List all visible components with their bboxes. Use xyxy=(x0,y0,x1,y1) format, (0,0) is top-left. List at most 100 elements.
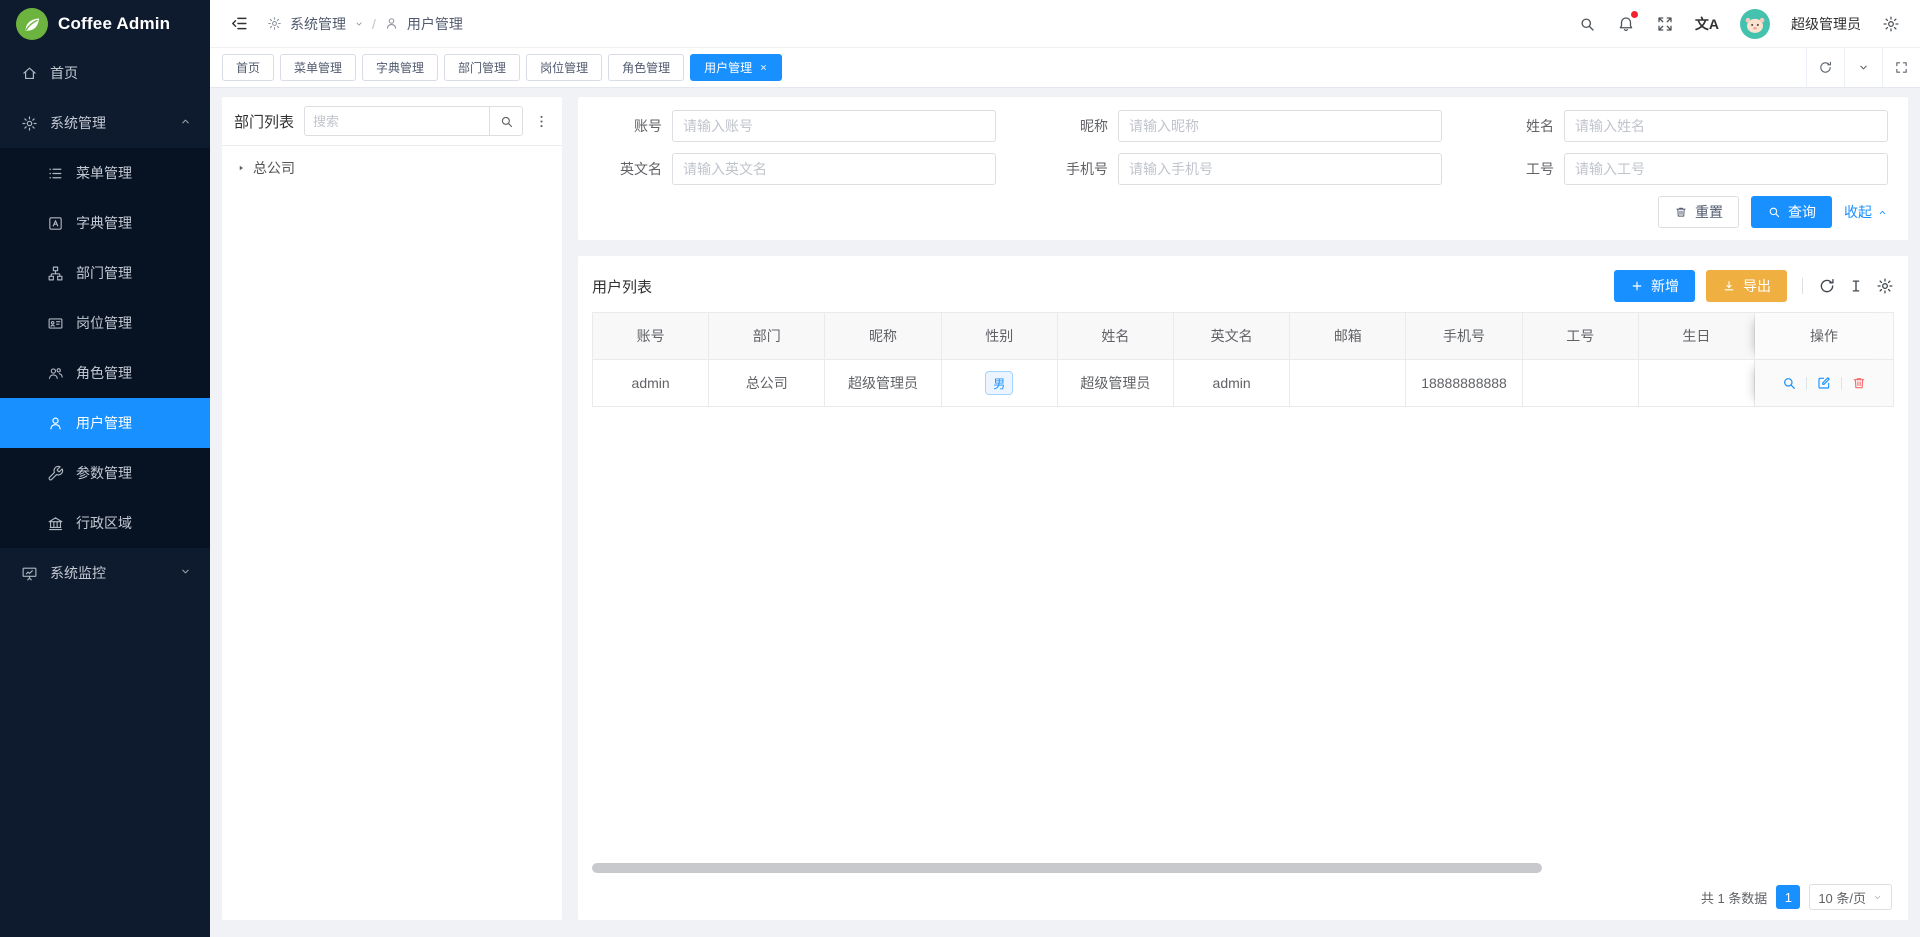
trash-icon xyxy=(1674,205,1688,219)
user-table-card: 用户列表 新增 导出 xyxy=(578,256,1908,920)
refresh-table-icon[interactable] xyxy=(1818,277,1836,295)
sidebar-item-menu-management[interactable]: 菜单管理 xyxy=(0,148,210,198)
edit-row-icon[interactable] xyxy=(1816,375,1832,391)
sidebar-collapse-icon[interactable] xyxy=(230,14,249,33)
horizontal-scrollbar-thumb[interactable] xyxy=(592,863,1542,873)
list-icon xyxy=(47,165,64,182)
column-header-phone[interactable]: 手机号 xyxy=(1406,313,1522,360)
table-empty-area xyxy=(592,407,1894,863)
table-header-row: 账号 部门 昵称 性别 姓名 英文名 邮箱 手机号 工号 生日 操作 xyxy=(593,313,1893,360)
add-user-button[interactable]: 新增 xyxy=(1614,270,1695,302)
tab-user-management[interactable]: 用户管理 xyxy=(690,54,782,81)
sidebar-item-dict-management[interactable]: 字典管理 xyxy=(0,198,210,248)
sidebar-item-role-management[interactable]: 角色管理 xyxy=(0,348,210,398)
sidebar-item-system-monitor[interactable]: 系统监控 xyxy=(0,548,210,598)
work-no-field[interactable] xyxy=(1564,153,1888,185)
tab-dict-management[interactable]: 字典管理 xyxy=(362,54,438,81)
table-actions: 新增 导出 xyxy=(1614,270,1894,302)
dept-more-options-icon[interactable] xyxy=(533,113,550,130)
tree-expand-caret-icon[interactable] xyxy=(236,163,246,173)
tree-node-company[interactable]: 总公司 xyxy=(236,158,548,178)
action-divider xyxy=(1841,377,1842,390)
dept-search-button[interactable] xyxy=(489,106,523,136)
page-number-button[interactable]: 1 xyxy=(1776,885,1800,909)
form-field-work-no: 工号 xyxy=(1490,153,1888,185)
collapse-form-link[interactable]: 收起 xyxy=(1844,202,1888,222)
page-size-select[interactable]: 10 条/页 xyxy=(1809,884,1892,910)
sidebar-item-param-management[interactable]: 参数管理 xyxy=(0,448,210,498)
form-field-account: 账号 xyxy=(598,110,996,142)
cell-english-name: admin xyxy=(1174,360,1290,407)
tab-home[interactable]: 首页 xyxy=(222,54,274,81)
export-button[interactable]: 导出 xyxy=(1706,270,1787,302)
gear-icon xyxy=(267,16,282,31)
home-icon xyxy=(21,65,38,82)
tab-options-chevron-icon[interactable] xyxy=(1844,48,1882,87)
download-icon xyxy=(1722,279,1736,293)
sidebar-item-label: 系统监控 xyxy=(50,563,106,583)
nickname-field[interactable] xyxy=(1118,110,1442,142)
maximize-content-icon[interactable] xyxy=(1882,48,1920,87)
app-title: Coffee Admin xyxy=(58,14,170,34)
sidebar-item-system-management[interactable]: 系统管理 xyxy=(0,98,210,148)
breadcrumb-section[interactable]: 系统管理 xyxy=(290,14,346,34)
column-header-english-name[interactable]: 英文名 xyxy=(1174,313,1290,360)
app-logo[interactable]: Coffee Admin xyxy=(0,0,210,48)
tab-role-management[interactable]: 角色管理 xyxy=(608,54,684,81)
column-header-gender[interactable]: 性别 xyxy=(942,313,1058,360)
form-buttons: 重置 查询 收起 xyxy=(598,196,1888,228)
column-header-account[interactable]: 账号 xyxy=(593,313,709,360)
gear-icon[interactable] xyxy=(1882,15,1900,33)
tab-post-management[interactable]: 岗位管理 xyxy=(526,54,602,81)
sidebar-item-label: 系统管理 xyxy=(50,113,106,133)
column-header-nickname[interactable]: 昵称 xyxy=(825,313,941,360)
search-icon[interactable] xyxy=(1578,15,1596,33)
tab-dept-management[interactable]: 部门管理 xyxy=(444,54,520,81)
column-header-birthday[interactable]: 生日 xyxy=(1639,313,1755,360)
account-field[interactable] xyxy=(672,110,996,142)
notifications-button[interactable] xyxy=(1617,15,1635,33)
username[interactable]: 超级管理员 xyxy=(1791,14,1861,34)
view-row-icon[interactable] xyxy=(1781,375,1797,391)
refresh-tab-icon[interactable] xyxy=(1806,48,1844,87)
query-button-label: 查询 xyxy=(1788,202,1816,222)
user-table: 账号 部门 昵称 性别 姓名 英文名 邮箱 手机号 工号 生日 操作 admin… xyxy=(592,312,1894,407)
tab-label: 部门管理 xyxy=(458,59,506,76)
english-name-field[interactable] xyxy=(672,153,996,185)
translate-icon[interactable]: 文A xyxy=(1695,14,1719,34)
fullscreen-icon[interactable] xyxy=(1656,15,1674,33)
table-row[interactable]: admin 总公司 超级管理员 男 超级管理员 admin 1888888888… xyxy=(593,360,1893,407)
header-actions: 文A 超级管理员 xyxy=(1578,9,1900,39)
phone-field[interactable] xyxy=(1118,153,1442,185)
sidebar-item-label: 角色管理 xyxy=(76,363,132,383)
sidebar-item-dept-management[interactable]: 部门管理 xyxy=(0,248,210,298)
field-label: 账号 xyxy=(598,116,662,136)
cell-name: 超级管理员 xyxy=(1058,360,1174,407)
tab-menu-management[interactable]: 菜单管理 xyxy=(280,54,356,81)
sidebar-item-admin-region[interactable]: 行政区域 xyxy=(0,498,210,548)
dept-search-input[interactable] xyxy=(304,106,489,136)
column-header-work-no[interactable]: 工号 xyxy=(1523,313,1639,360)
user-icon xyxy=(47,415,64,432)
notification-badge xyxy=(1631,11,1638,18)
name-field[interactable] xyxy=(1564,110,1888,142)
sidebar-item-post-management[interactable]: 岗位管理 xyxy=(0,298,210,348)
sidebar-menu: 首页 系统管理 菜单管理 字典管理 部门管理 岗位管理 xyxy=(0,48,210,598)
row-height-icon[interactable] xyxy=(1847,277,1865,295)
avatar[interactable] xyxy=(1740,9,1770,39)
column-settings-gear-icon[interactable] xyxy=(1876,277,1894,295)
tab-tools xyxy=(1806,48,1920,87)
delete-row-icon[interactable] xyxy=(1851,375,1867,391)
reset-button[interactable]: 重置 xyxy=(1658,196,1739,228)
sidebar-item-user-management[interactable]: 用户管理 xyxy=(0,398,210,448)
column-header-email[interactable]: 邮箱 xyxy=(1290,313,1406,360)
sidebar-item-home[interactable]: 首页 xyxy=(0,48,210,98)
query-button[interactable]: 查询 xyxy=(1751,196,1832,228)
toolbar-divider xyxy=(1802,278,1803,294)
close-icon[interactable] xyxy=(759,63,768,72)
gender-tag: 男 xyxy=(985,371,1013,395)
column-header-dept[interactable]: 部门 xyxy=(709,313,825,360)
cell-work-no xyxy=(1523,360,1639,407)
column-header-name[interactable]: 姓名 xyxy=(1058,313,1174,360)
sidebar: Coffee Admin 首页 系统管理 菜单管理 字典管理 部门管理 xyxy=(0,0,210,937)
